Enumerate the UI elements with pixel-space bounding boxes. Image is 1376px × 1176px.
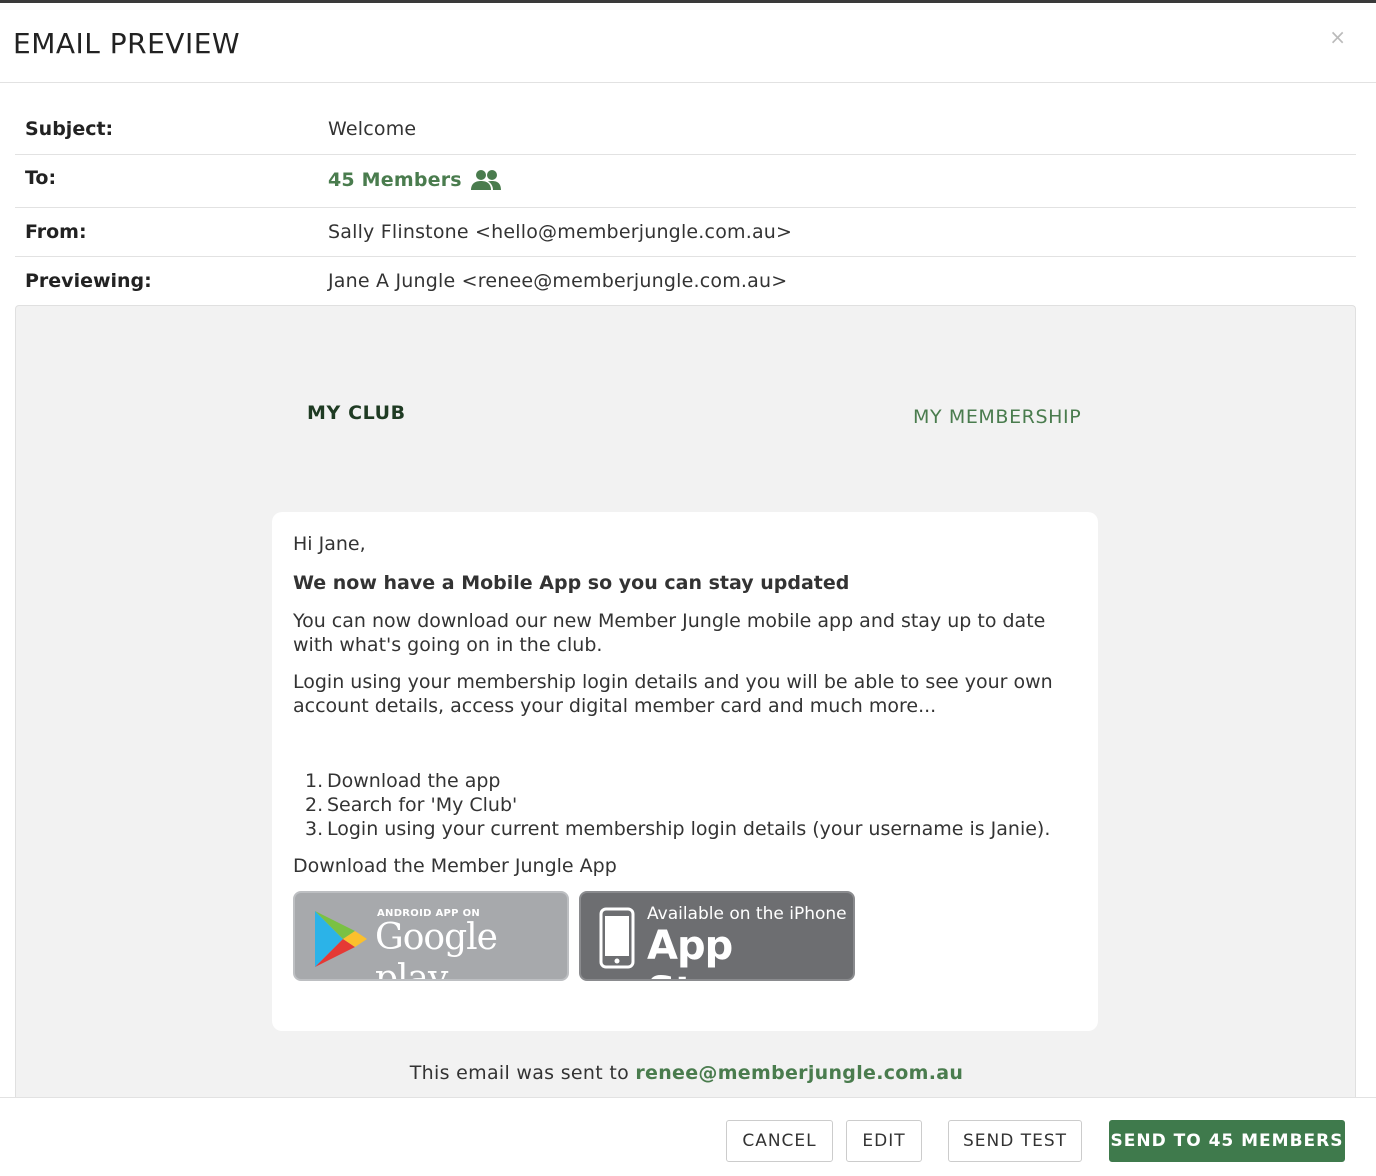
- meta-row-from: From: Sally Flinstone <hello@memberjungl…: [15, 208, 1356, 257]
- send-to-members-button[interactable]: SEND TO 45 MEMBERS: [1109, 1120, 1345, 1162]
- sent-to-note: This email was sent to renee@memberjungl…: [16, 1062, 1355, 1084]
- sent-to-email-link[interactable]: renee@memberjungle.com.au: [635, 1062, 963, 1084]
- modal-footer: CANCEL EDIT SEND TEST SEND TO 45 MEMBERS: [0, 1097, 1376, 1176]
- email-paragraph-1: You can now download our new Member Jung…: [293, 610, 1046, 656]
- recipients-link[interactable]: 45 Members: [328, 168, 502, 192]
- app-store-big-text: App Store: [647, 923, 765, 979]
- modal-header: EMAIL PREVIEW ×: [0, 3, 1376, 83]
- download-label: Download the Member Jungle App: [293, 855, 617, 877]
- from-value: Sally Flinstone <hello@memberjungle.com.…: [328, 221, 793, 243]
- email-preview-pane[interactable]: MY CLUB MY MEMBERSHIP Hi Jane, We now ha…: [15, 305, 1356, 1097]
- subject-label: Subject:: [25, 118, 114, 140]
- google-play-badge[interactable]: ANDROID APP ON Google play: [293, 891, 569, 981]
- app-store-small-text: Available on the iPhone: [647, 904, 847, 924]
- my-membership-link[interactable]: MY MEMBERSHIP: [913, 406, 1081, 428]
- subject-value: Welcome: [328, 118, 417, 140]
- people-icon: [470, 170, 501, 190]
- modal-title: EMAIL PREVIEW: [13, 27, 241, 60]
- close-icon[interactable]: ×: [1329, 27, 1346, 47]
- club-name: MY CLUB: [307, 402, 406, 424]
- email-greeting: Hi Jane,: [293, 533, 366, 555]
- app-store-badge[interactable]: Available on the iPhone App Store: [579, 891, 855, 981]
- steps-list: 1. Download the app 2. Search for 'My Club…: [305, 769, 1050, 841]
- email-meta-table: Subject: Welcome To: 45 Members From: Sa…: [15, 106, 1356, 306]
- recipients-count: 45 Members: [328, 169, 462, 191]
- google-play-icon: [315, 911, 367, 967]
- list-item: 2. Search for 'My Club': [305, 794, 518, 816]
- google-badge-big-text: Google play: [375, 917, 498, 981]
- list-item: 3. Login using your current membership lo…: [305, 818, 1051, 840]
- from-label: From:: [25, 221, 87, 243]
- meta-row-to: To: 45 Members: [15, 155, 1356, 208]
- cancel-button[interactable]: CANCEL: [726, 1120, 833, 1162]
- email-body-card: Hi Jane, We now have a Mobile App so you…: [272, 512, 1098, 1031]
- email-headline: We now have a Mobile App so you can stay…: [293, 572, 850, 594]
- meta-row-previewing: Previewing: Jane A Jungle <renee@memberj…: [15, 257, 1356, 306]
- iphone-icon: [599, 907, 635, 969]
- edit-button[interactable]: EDIT: [846, 1120, 922, 1162]
- sent-to-prefix: This email was sent to: [409, 1062, 636, 1084]
- meta-row-subject: Subject: Welcome: [15, 106, 1356, 155]
- email-paragraph-2: Login using your membership login detail…: [293, 671, 1053, 717]
- list-item: 1. Download the app: [305, 770, 501, 792]
- previewing-label: Previewing:: [25, 270, 152, 292]
- send-test-button[interactable]: SEND TEST: [948, 1120, 1082, 1162]
- to-label: To:: [25, 167, 57, 189]
- previewing-value: Jane A Jungle <renee@memberjungle.com.au…: [328, 270, 788, 292]
